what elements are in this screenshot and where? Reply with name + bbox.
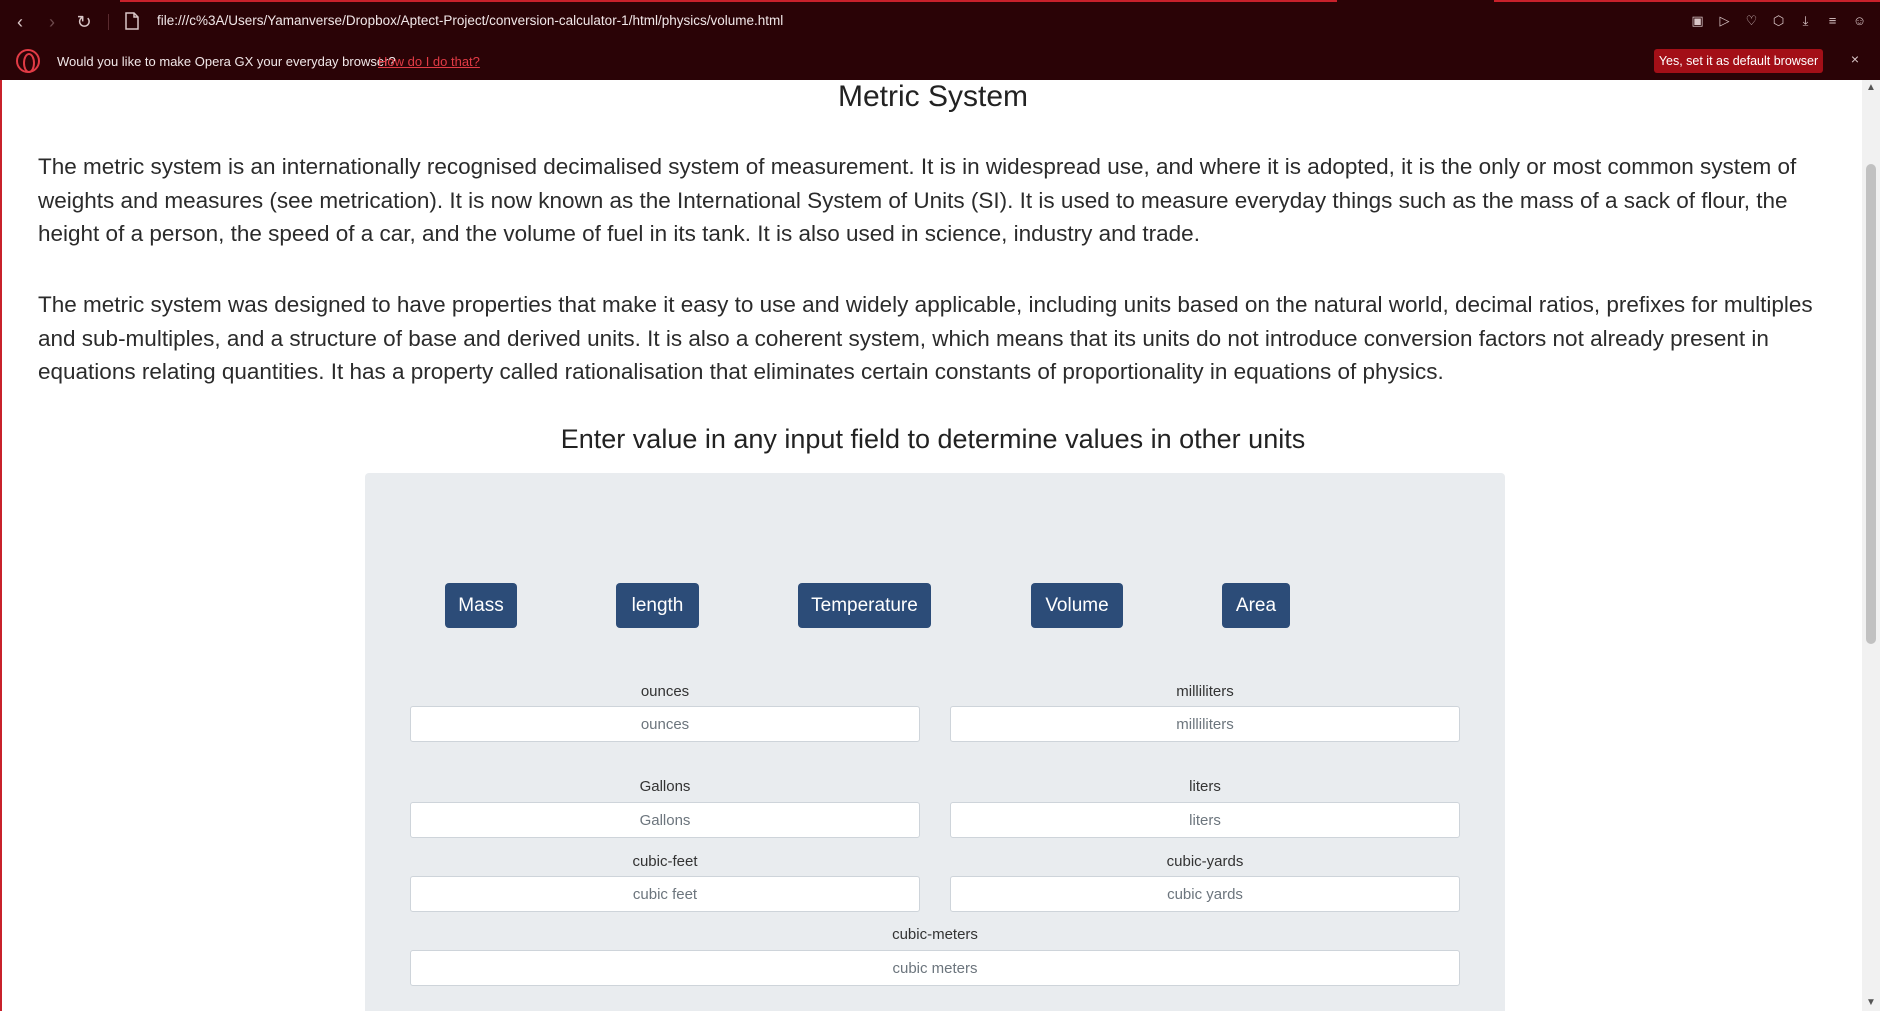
opera-logo-icon <box>16 49 40 73</box>
menu-icon[interactable]: ≡ <box>1824 12 1841 29</box>
temperature-button[interactable]: Temperature <box>798 583 931 628</box>
close-icon[interactable]: × <box>1846 51 1864 67</box>
camera-icon[interactable]: ▣ <box>1689 12 1706 29</box>
toolbar-divider <box>108 14 109 30</box>
liters-label: liters <box>1189 778 1221 795</box>
area-button[interactable]: Area <box>1222 583 1290 628</box>
profile-icon[interactable]: ☺ <box>1851 12 1868 29</box>
length-button[interactable]: length <box>616 583 699 628</box>
browser-chrome: ‹ › ↻ file:///c%3A/Users/Yamanverse/Drop… <box>0 0 1880 80</box>
mass-button[interactable]: Mass <box>445 583 517 628</box>
volume-button[interactable]: Volume <box>1031 583 1123 628</box>
converter-instructions: Enter value in any input field to determ… <box>560 424 1306 454</box>
forward-icon[interactable]: › <box>40 10 64 34</box>
scroll-thumb[interactable] <box>1866 164 1876 644</box>
notice-help-link[interactable]: How do I do that? <box>378 54 480 69</box>
gallons-input[interactable] <box>410 802 920 838</box>
notice-text: Would you like to make Opera GX your eve… <box>57 54 396 69</box>
design-paragraph: The metric system was designed to have p… <box>38 292 1813 384</box>
gallons-label: Gallons <box>639 778 691 795</box>
scroll-down-icon[interactable]: ▼ <box>1862 995 1880 1011</box>
liters-input[interactable] <box>950 802 1460 838</box>
cubic-yards-label: cubic-yards <box>1166 853 1244 870</box>
download-icon[interactable]: ⤓ <box>1797 12 1814 29</box>
set-default-button[interactable]: Yes, set it as default browser <box>1654 49 1823 73</box>
cubic-meters-label: cubic-meters <box>892 926 978 943</box>
cubic-feet-input[interactable] <box>410 876 920 912</box>
file-icon <box>125 12 139 30</box>
milliliters-label: milliliters <box>1176 683 1234 700</box>
url-field[interactable]: file:///c%3A/Users/Yamanverse/Dropbox/Ap… <box>157 13 783 28</box>
page-scrollbar[interactable]: ▲ ▼ <box>1862 80 1880 1011</box>
cubic-meters-input[interactable] <box>410 950 1460 986</box>
cube-icon[interactable]: ⬡ <box>1770 12 1787 29</box>
converter-panel: Mass length Temperature Volume Area ounc… <box>365 473 1505 1011</box>
address-bar-row: ‹ › ↻ file:///c%3A/Users/Yamanverse/Drop… <box>0 2 1880 42</box>
page-content: Metric System The metric system is an in… <box>0 80 1862 1011</box>
default-browser-notice: Would you like to make Opera GX your eve… <box>0 42 1880 80</box>
back-icon[interactable]: ‹ <box>8 10 32 34</box>
cubic-feet-label: cubic-feet <box>632 853 698 870</box>
heart-icon[interactable]: ♡ <box>1743 12 1760 29</box>
reload-icon[interactable]: ↻ <box>72 10 96 34</box>
toolbar-icons: ▣ ▷ ♡ ⬡ ⤓ ≡ ☺ <box>1689 12 1868 29</box>
page-title: Metric System <box>837 80 1029 113</box>
scroll-up-icon[interactable]: ▲ <box>1862 80 1880 96</box>
milliliters-input[interactable] <box>950 706 1460 742</box>
ounces-label: ounces <box>640 683 690 700</box>
intro-paragraph: The metric system is an internationally … <box>38 154 1797 246</box>
send-icon[interactable]: ▷ <box>1716 12 1733 29</box>
cubic-yards-input[interactable] <box>950 876 1460 912</box>
ounces-input[interactable] <box>410 706 920 742</box>
